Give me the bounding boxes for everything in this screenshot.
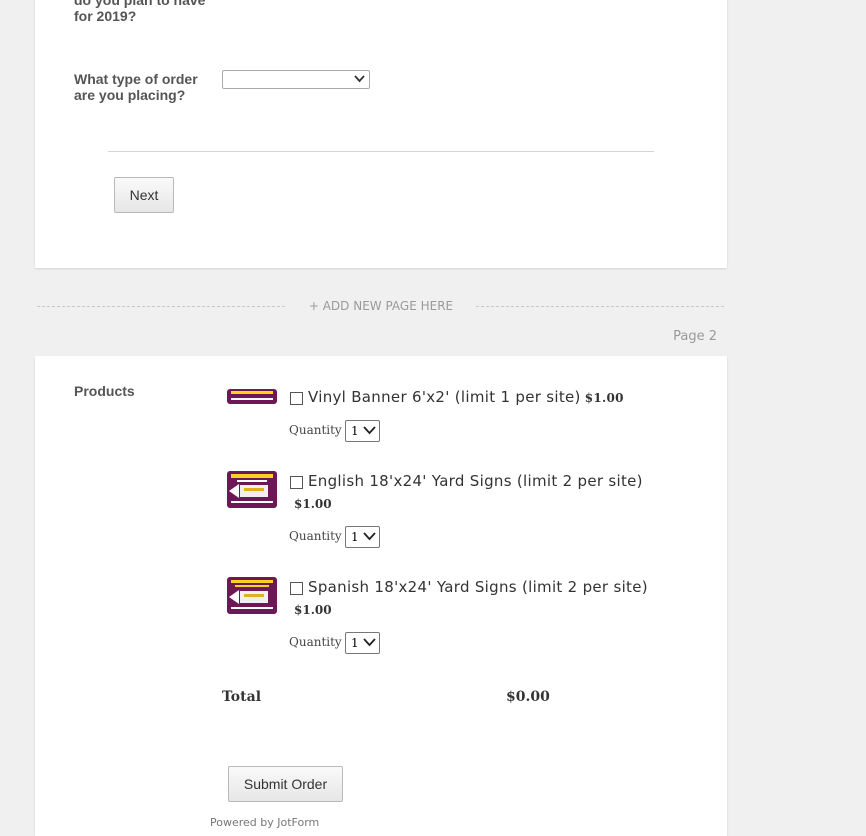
english-yard-sign-thumbnail-icon	[227, 471, 277, 508]
order-type-select[interactable]	[222, 70, 370, 89]
order-type-question-label: What type of order are you placing?	[74, 71, 198, 103]
product-price: $1.00	[584, 391, 624, 405]
product-name: Vinyl Banner 6'x2' (limit 1 per site)	[308, 388, 581, 406]
product-checkbox[interactable]	[290, 476, 303, 489]
chevron-down-icon	[363, 426, 376, 435]
product-name: Spanish 18'x24' Yard Signs (limit 2 per …	[308, 578, 648, 596]
powered-by-link[interactable]: Powered by JotForm	[210, 816, 319, 829]
form-page-2: Products Vinyl Banner 6'x2' (limit 1 per…	[35, 356, 727, 836]
quantity-label: Quantity	[289, 423, 342, 437]
add-new-page-divider[interactable]: + ADD NEW PAGE HERE	[37, 298, 725, 316]
dashed-line-right	[476, 306, 724, 307]
product-name-line: Vinyl Banner 6'x2' (limit 1 per site) $1.…	[308, 388, 624, 406]
form-page-1: How many meal sites do you plan to have …	[35, 0, 727, 268]
product-price: $1.00	[294, 497, 332, 511]
spanish-yard-sign-thumbnail-icon	[227, 577, 277, 614]
product-checkbox[interactable]	[290, 582, 303, 595]
chevron-down-icon	[363, 532, 376, 541]
chevron-down-icon	[363, 638, 376, 647]
quantity-select[interactable]: 1	[345, 632, 380, 654]
product-item: English 18'x24' Yard Signs (limit 2 per …	[227, 471, 657, 551]
product-name: English 18'x24' Yard Signs (limit 2 per …	[308, 472, 643, 490]
quantity-value: 1	[351, 424, 359, 438]
next-button[interactable]: Next	[114, 177, 174, 213]
chevron-down-icon	[354, 75, 365, 83]
quantity-select[interactable]: 1	[345, 526, 380, 548]
product-item: Spanish 18'x24' Yard Signs (limit 2 per …	[227, 577, 657, 657]
total-value: $0.00	[506, 689, 550, 705]
quantity-value: 1	[351, 530, 359, 544]
quantity-select[interactable]: 1	[345, 420, 380, 442]
products-label: Products	[74, 383, 135, 399]
total-label: Total	[222, 689, 262, 705]
product-item: Vinyl Banner 6'x2' (limit 1 per site) $1.…	[227, 388, 657, 449]
quantity-value: 1	[351, 636, 359, 650]
submit-order-button[interactable]: Submit Order	[228, 766, 343, 802]
page-indicator: Page 2	[673, 329, 717, 344]
product-price: $1.00	[294, 603, 332, 617]
meal-sites-question-label: How many meal sites do you plan to have …	[74, 0, 206, 24]
product-checkbox[interactable]	[290, 392, 303, 405]
quantity-label: Quantity	[289, 635, 342, 649]
section-divider	[108, 151, 654, 152]
quantity-label: Quantity	[289, 529, 342, 543]
vinyl-banner-thumbnail-icon	[227, 389, 277, 404]
